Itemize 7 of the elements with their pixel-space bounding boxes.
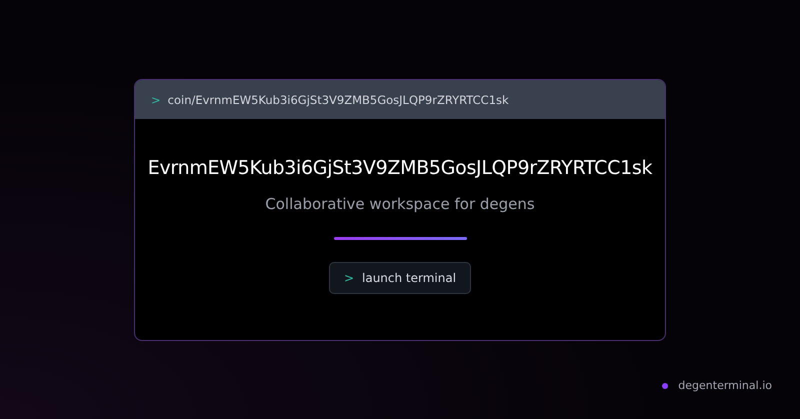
launch-terminal-button[interactable]: > launch terminal (328, 262, 472, 294)
site-url: degenterminal.io (678, 379, 772, 392)
address-path: coin/EvrnmEW5Kub3i6GjSt3V9ZMB5GosJLQP9rZRYRTCC1sk (168, 92, 509, 106)
token-address-title: EvrnmEW5Kub3i6GjSt3V9ZMB5GosJLQP9rZRYRTCC1sk (148, 157, 652, 179)
dot-icon (662, 382, 668, 388)
subtitle: Collaborative workspace for degens (265, 195, 535, 213)
prompt-glyph: > (151, 92, 161, 106)
